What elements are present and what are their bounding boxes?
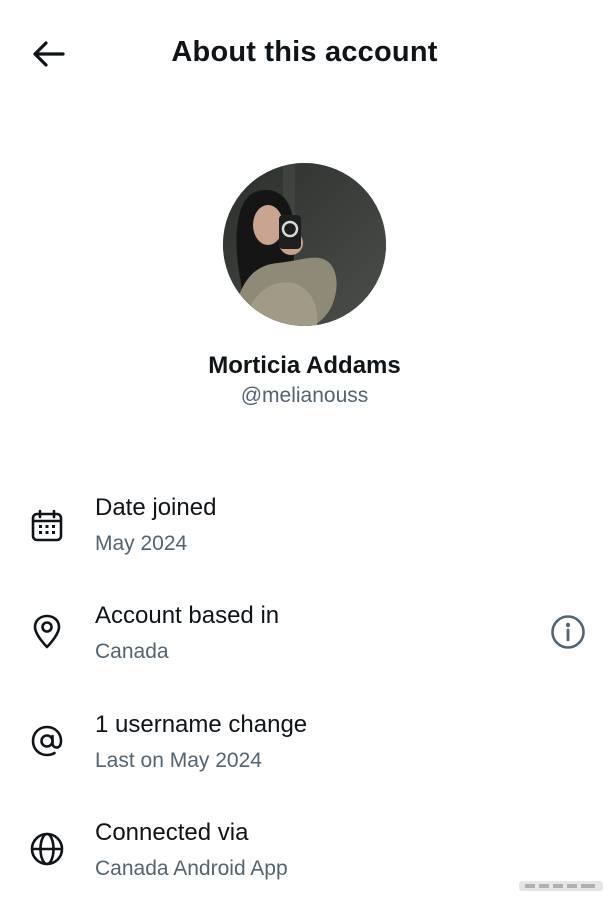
info-icon (551, 615, 585, 649)
header: About this account (0, 0, 609, 110)
detail-row-username-change: 1 username change Last on May 2024 (0, 711, 609, 791)
at-sign-icon (27, 721, 67, 761)
calendar-icon (27, 506, 67, 546)
detail-value: Canada (95, 640, 169, 663)
detail-title: Connected via (95, 819, 249, 846)
location-pin-icon (27, 612, 67, 652)
detail-title: Account based in (95, 602, 280, 629)
info-button[interactable] (546, 610, 590, 654)
detail-row-date-joined: Date joined May 2024 (0, 494, 609, 574)
detail-row-connected-via: Connected via Canada Android App (0, 819, 609, 899)
detail-row-account-based-in: Account based in Canada (0, 602, 609, 682)
page-title: About this account (171, 36, 438, 68)
detail-value: Last on May 2024 (95, 749, 262, 772)
profile-photo (223, 163, 386, 326)
profile-handle: @melianouss (240, 384, 369, 407)
detail-title: Date joined (95, 494, 217, 521)
profile-name: Morticia Addams (208, 352, 401, 379)
detail-value: May 2024 (95, 532, 188, 555)
globe-icon (27, 829, 67, 869)
detail-value: Canada Android App (95, 857, 288, 880)
watermark-logo (519, 878, 603, 894)
avatar[interactable] (223, 163, 386, 326)
detail-title: 1 username change (95, 711, 308, 738)
